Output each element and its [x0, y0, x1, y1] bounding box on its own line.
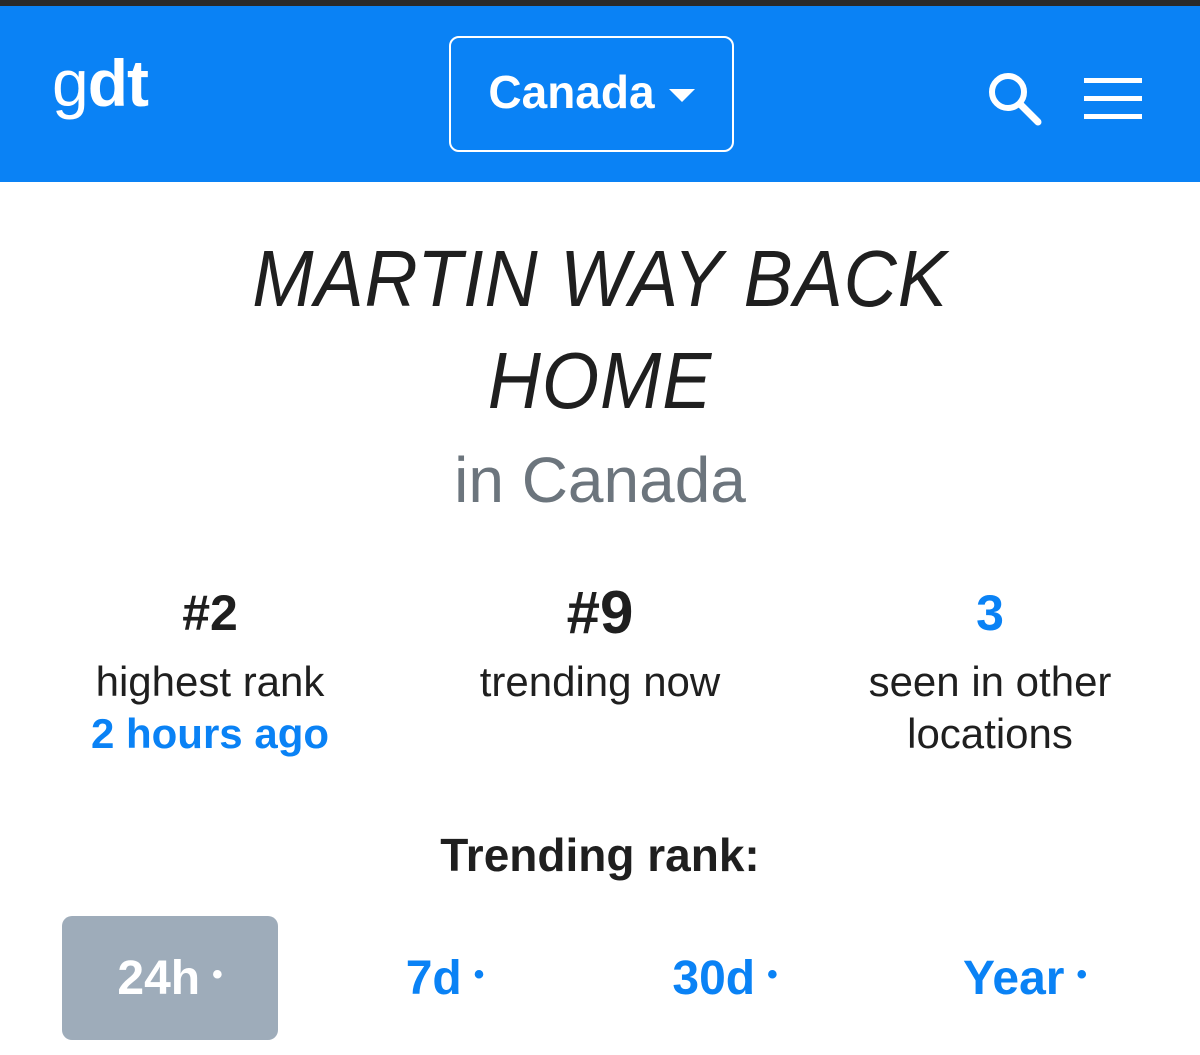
header-bar: gdt Canada: [0, 6, 1200, 182]
tab-year[interactable]: Year •: [930, 916, 1120, 1040]
stat-label: seen in other locations: [868, 658, 1112, 757]
tab-dot: •: [767, 958, 778, 991]
tab-label: Year: [963, 951, 1065, 1005]
stat-value[interactable]: 3: [800, 582, 1180, 644]
tab-dot: •: [1076, 958, 1087, 991]
tab-24h[interactable]: 24h •: [62, 916, 278, 1040]
stat-label: trending now: [479, 658, 721, 705]
tab-label: 7d: [405, 951, 462, 1005]
tab-dot: •: [473, 958, 485, 991]
tab-30d[interactable]: 30d •: [640, 916, 810, 1040]
trend-title: MARTIN WAY BACK HOME: [252, 234, 948, 425]
logo-suffix: dt: [87, 46, 149, 120]
caret-down-icon: [668, 88, 695, 102]
trend-location: in Canada: [454, 444, 746, 516]
stat-value: #2: [182, 585, 238, 641]
stat-trending-now: #9 trending now: [410, 582, 790, 708]
tab-label: 30d: [672, 951, 756, 1005]
site-logo[interactable]: gdt: [52, 50, 149, 116]
tab-label: 24h: [117, 951, 201, 1005]
tab-dot: •: [212, 958, 223, 991]
stat-value: #9: [566, 579, 634, 646]
country-dropdown-button[interactable]: Canada: [449, 36, 734, 152]
highest-rank-time-link[interactable]: 2 hours ago: [20, 708, 400, 760]
stat-highest-rank: #2 highest rank 2 hours ago: [20, 582, 400, 760]
hamburger-menu-icon[interactable]: [1084, 76, 1142, 122]
logo-prefix: g: [52, 46, 89, 120]
tab-7d[interactable]: 7d •: [370, 916, 520, 1040]
search-icon[interactable]: [984, 68, 1044, 128]
country-label: Canada: [488, 66, 655, 118]
stat-other-locations[interactable]: 3 seen in other locations: [800, 582, 1180, 760]
stat-label: highest rank: [95, 658, 325, 705]
trending-rank-heading: Trending rank:: [440, 829, 760, 881]
